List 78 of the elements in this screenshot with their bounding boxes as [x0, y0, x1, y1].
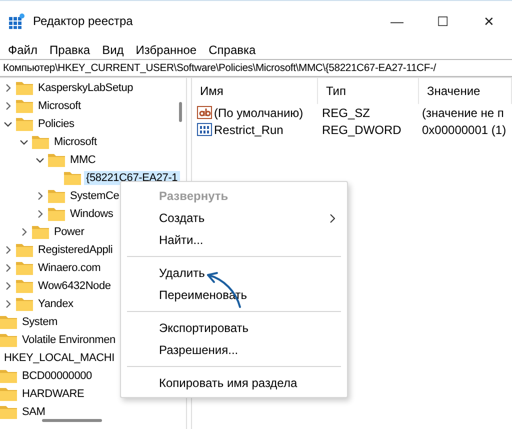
column-header[interactable]: Значение: [419, 78, 512, 104]
tree-item[interactable]: Policies: [36, 117, 76, 131]
tree-item[interactable]: Volatile Environmen: [20, 333, 118, 347]
menu-item[interactable]: Найти...: [121, 229, 347, 251]
tree-item[interactable]: HKEY_LOCAL_MACHI: [2, 351, 117, 365]
menu-item[interactable]: Копировать имя раздела: [121, 372, 347, 394]
binary-value-icon: [197, 123, 212, 136]
folder-icon: [0, 387, 17, 401]
tree-item[interactable]: RegisteredAppli: [36, 243, 115, 257]
tree-item[interactable]: KasperskyLabSetup: [36, 81, 136, 95]
folder-icon: [0, 369, 17, 383]
folder-icon: [0, 315, 17, 329]
chevron-right-icon[interactable]: [6, 282, 10, 290]
tree-item[interactable]: Microsoft: [52, 135, 99, 149]
column-header[interactable]: Тип: [318, 78, 419, 104]
tree-item[interactable]: BCD00000000: [20, 369, 94, 383]
folder-icon: [64, 171, 81, 185]
menu-item[interactable]: Избранное: [132, 43, 205, 57]
value-data: (значение не п: [422, 106, 504, 120]
folder-icon: [48, 207, 65, 221]
menu-item[interactable]: Вид: [98, 43, 132, 57]
folder-icon: [32, 135, 49, 149]
maximize-button[interactable]: ☐: [420, 14, 466, 28]
folder-icon: [0, 405, 17, 419]
folder-icon: [16, 243, 33, 257]
tree-item[interactable]: SystemCe: [68, 189, 122, 203]
tree-item[interactable]: MMC: [68, 153, 98, 167]
chevron-right-icon[interactable]: [6, 84, 10, 92]
registry-editor-icon: [9, 13, 25, 29]
tree-item[interactable]: HARDWARE: [20, 387, 86, 401]
folder-icon: [48, 153, 65, 167]
column-header[interactable]: Имя: [192, 78, 318, 104]
tree-item[interactable]: System: [20, 315, 60, 329]
menu-item[interactable]: Файл: [4, 43, 46, 57]
minimize-button[interactable]: —: [374, 14, 420, 28]
folder-icon: [48, 189, 65, 203]
folder-icon: [16, 117, 33, 131]
value-name[interactable]: Restrict_Run: [214, 122, 284, 136]
tree-item[interactable]: Power: [52, 225, 86, 239]
chevron-right-icon[interactable]: [38, 192, 42, 200]
scrollbar-thumb[interactable]: [179, 102, 182, 122]
address-bar[interactable]: Компьютер\HKEY_CURRENT_USER\Software\Policies\Microsoft\MMC\{58221C67-EA27-11CF-/: [0, 59, 512, 77]
chevron-right-icon[interactable]: [6, 300, 10, 308]
value-type: REG_SZ: [322, 106, 372, 120]
close-button[interactable]: ✕: [466, 14, 512, 28]
chevron-right-icon[interactable]: [6, 102, 10, 110]
chevron-right-icon[interactable]: [6, 246, 10, 254]
folder-icon: [16, 99, 33, 113]
folder-icon: [0, 333, 17, 347]
tree-item[interactable]: Wow6432Node: [36, 279, 113, 293]
scrollbar-thumb[interactable]: [42, 419, 102, 422]
folder-icon: [32, 225, 49, 239]
value-type: REG_DWORD: [322, 122, 402, 136]
menu-item[interactable]: Справка: [204, 43, 264, 57]
tree-item[interactable]: Windows: [68, 207, 116, 221]
chevron-right-icon[interactable]: [38, 210, 42, 218]
folder-icon: [16, 81, 33, 95]
folder-icon: [16, 297, 33, 311]
tree-item[interactable]: Microsoft: [36, 99, 83, 113]
value-name[interactable]: (По умолчанию): [214, 106, 304, 120]
chevron-down-icon[interactable]: [36, 158, 44, 162]
menu-item[interactable]: Экспортировать: [121, 317, 347, 339]
value-data: 0x00000001 (1): [422, 122, 506, 136]
folder-icon: [16, 261, 33, 275]
tree-item[interactable]: Winaero.com: [36, 261, 103, 275]
tree-item[interactable]: Yandex: [36, 297, 76, 311]
chevron-right-icon[interactable]: [22, 228, 26, 236]
menu-item[interactable]: Разрешения...: [121, 339, 347, 361]
chevron-down-icon[interactable]: [4, 122, 12, 126]
folder-icon: [16, 279, 33, 293]
menu-item[interactable]: Правка: [46, 43, 98, 57]
chevron-down-icon[interactable]: [20, 140, 28, 144]
string-value-icon: [197, 106, 212, 119]
menu-item[interactable]: Создать: [121, 207, 347, 229]
tree-item[interactable]: SAM: [20, 405, 48, 419]
menu-item[interactable]: Удалить: [121, 262, 347, 284]
window-title: Редактор реестра: [33, 14, 133, 28]
chevron-right-icon[interactable]: [6, 264, 10, 272]
